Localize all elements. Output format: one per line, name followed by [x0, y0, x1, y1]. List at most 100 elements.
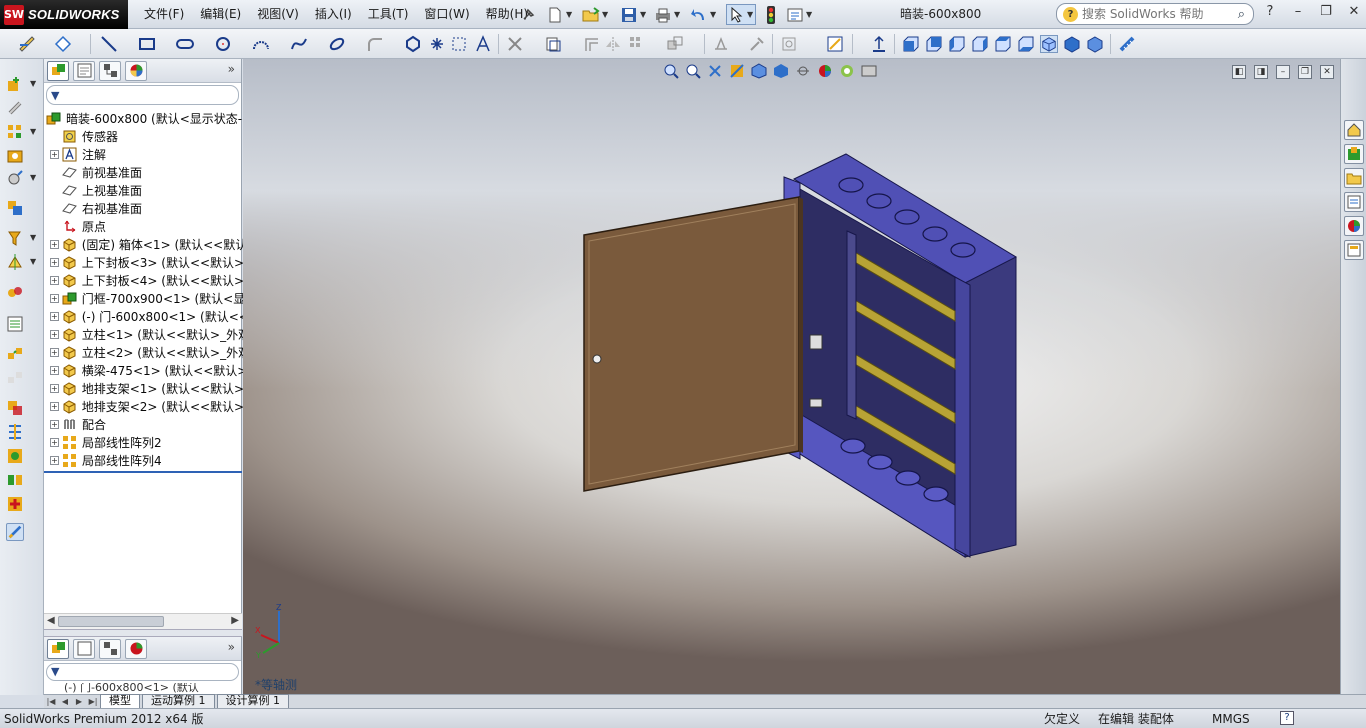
view-back-icon[interactable]: [925, 35, 943, 53]
view-palette-icon[interactable]: [1344, 192, 1364, 212]
explode-line-sketch-icon[interactable]: [6, 369, 24, 387]
arc-icon[interactable]: [252, 35, 270, 53]
panel-splitter[interactable]: [44, 629, 242, 637]
new-motion-study-icon[interactable]: [6, 283, 24, 301]
pin-icon[interactable]: [520, 4, 536, 25]
fillet-icon[interactable]: [366, 35, 384, 53]
expand-toggle-icon[interactable]: +: [50, 275, 59, 285]
tree-node[interactable]: 右视基准面: [44, 199, 241, 217]
tab-first-icon[interactable]: |◀: [44, 696, 58, 708]
secondary-item[interactable]: (-) 门-600x800<1> (默认: [44, 683, 241, 693]
menu-window[interactable]: 窗口(W): [416, 0, 477, 29]
quick-snaps-icon[interactable]: [780, 35, 798, 53]
tree-node[interactable]: + 上下封板<4> (默认<<默认>: [44, 271, 244, 289]
tree-node[interactable]: + (固定) 箱体<1> (默认<<默认: [44, 235, 247, 253]
tab-prev-icon[interactable]: ◀: [58, 696, 72, 708]
tree-node[interactable]: + 地排支架<1> (默认<<默认>: [44, 379, 244, 397]
restore-button[interactable]: ❐: [1318, 4, 1334, 20]
expand-toggle-icon[interactable]: +: [50, 329, 59, 339]
circle-icon[interactable]: [214, 35, 232, 53]
menu-view[interactable]: 视图(V): [249, 0, 307, 29]
expand-toggle-icon[interactable]: +: [50, 149, 59, 159]
custom-properties-icon[interactable]: [1344, 240, 1364, 260]
design-library-icon[interactable]: [1344, 144, 1364, 164]
unit-system-selector[interactable]: MMGS: [1212, 712, 1250, 726]
interference-detection-icon[interactable]: [6, 399, 24, 417]
tree-node[interactable]: + 门框-700x900<1> (默认<显: [44, 289, 245, 307]
print-button[interactable]: ▼: [654, 4, 680, 25]
tree-node[interactable]: 传感器: [44, 127, 241, 145]
solidworks-logo[interactable]: SW SOLIDWORKS: [0, 0, 128, 29]
instant3d-icon[interactable]: [6, 523, 24, 541]
expand-toggle-icon[interactable]: +: [50, 419, 59, 429]
point-icon[interactable]: [428, 35, 446, 53]
ellipse-icon[interactable]: [328, 35, 346, 53]
tab-motion-study[interactable]: 运动算例 1: [142, 694, 215, 708]
menu-edit[interactable]: 编辑(E): [192, 0, 249, 29]
view-isometric-icon[interactable]: [1040, 35, 1058, 53]
secondary-more-chevron-icon[interactable]: »: [228, 640, 235, 654]
tab-configuration-manager[interactable]: [99, 60, 121, 81]
hole-alignment-icon[interactable]: [6, 447, 24, 465]
expand-toggle-icon[interactable]: +: [50, 239, 59, 249]
tree-rollback-bar[interactable]: [44, 471, 242, 473]
move-entities-icon[interactable]: [666, 35, 684, 53]
view-left-icon[interactable]: [948, 35, 966, 53]
tree-node[interactable]: + 立柱<1> (默认<<默认>_外观: [44, 325, 250, 343]
secondary-tab-display-manager[interactable]: [125, 638, 147, 659]
text-icon[interactable]: [474, 35, 492, 53]
secondary-filter[interactable]: ▼: [46, 663, 239, 681]
file-explorer-icon[interactable]: [1344, 168, 1364, 188]
appearances-icon[interactable]: [1344, 216, 1364, 236]
tree-node[interactable]: 前视基准面: [44, 163, 241, 181]
tree-node[interactable]: 上视基准面: [44, 181, 241, 199]
convert-entities-icon[interactable]: [544, 35, 562, 53]
linear-component-pattern-icon[interactable]: [6, 123, 24, 141]
tab-design-study[interactable]: 设计算例 1: [216, 694, 289, 708]
assembly-features-icon[interactable]: [6, 229, 24, 247]
tree-node[interactable]: + 注解: [44, 145, 241, 163]
minimize-button[interactable]: –: [1290, 4, 1306, 20]
scroll-right-icon[interactable]: ▶: [231, 615, 239, 626]
secondary-tab-configuration-manager[interactable]: [99, 638, 121, 659]
offset-icon[interactable]: [582, 35, 600, 53]
tree-node[interactable]: + 上下封板<3> (默认<<默认>: [44, 253, 244, 271]
polygon-icon[interactable]: [404, 35, 422, 53]
more-tabs-chevron-icon[interactable]: »: [228, 62, 235, 76]
expand-toggle-icon[interactable]: +: [50, 437, 59, 447]
assembly-check-icon[interactable]: [6, 495, 24, 513]
display-relations-icon[interactable]: [712, 35, 730, 53]
expand-toggle-icon[interactable]: +: [50, 293, 59, 303]
tree-node[interactable]: + 配合: [44, 415, 241, 433]
clearance-verification-icon[interactable]: [6, 423, 24, 441]
tree-node[interactable]: + 横梁-475<1> (默认<<默认>: [44, 361, 247, 379]
rebuild-button[interactable]: [764, 4, 778, 25]
view-bottom-icon[interactable]: [1017, 35, 1035, 53]
menu-file[interactable]: 文件(F): [136, 0, 192, 29]
tree-node[interactable]: 原点: [44, 217, 241, 235]
options-button[interactable]: ▼: [786, 4, 812, 25]
save-button[interactable]: ▼: [620, 4, 646, 25]
secondary-tab-property-manager[interactable]: [73, 638, 95, 659]
reference-geometry-icon[interactable]: [6, 253, 24, 271]
menu-tools[interactable]: 工具(T): [360, 0, 417, 29]
view-right-icon[interactable]: [971, 35, 989, 53]
tree-node[interactable]: + 立柱<2> (默认<<默认>_外观: [44, 343, 250, 361]
tab-display-manager[interactable]: [125, 60, 147, 81]
view-trimetric-icon[interactable]: [1063, 35, 1081, 53]
mirror-icon[interactable]: [604, 35, 622, 53]
scroll-thumb[interactable]: [58, 616, 164, 627]
secondary-tab-feature-manager[interactable]: [47, 638, 69, 659]
show-hidden-components-icon[interactable]: [6, 199, 24, 217]
tree-horizontal-scrollbar[interactable]: ◀ ▶: [44, 613, 242, 629]
menu-insert[interactable]: 插入(I): [307, 0, 360, 29]
view-dimetric-icon[interactable]: [1086, 35, 1104, 53]
tree-filter[interactable]: ▼: [46, 85, 239, 105]
expand-toggle-icon[interactable]: +: [50, 257, 59, 267]
move-component-icon[interactable]: [6, 169, 24, 187]
smart-fasteners-icon[interactable]: [6, 147, 24, 165]
help-search-input[interactable]: [1082, 7, 1222, 21]
new-document-button[interactable]: ▼: [546, 4, 572, 25]
expand-toggle-icon[interactable]: +: [50, 311, 59, 321]
rapid-sketch-icon[interactable]: [826, 35, 844, 53]
